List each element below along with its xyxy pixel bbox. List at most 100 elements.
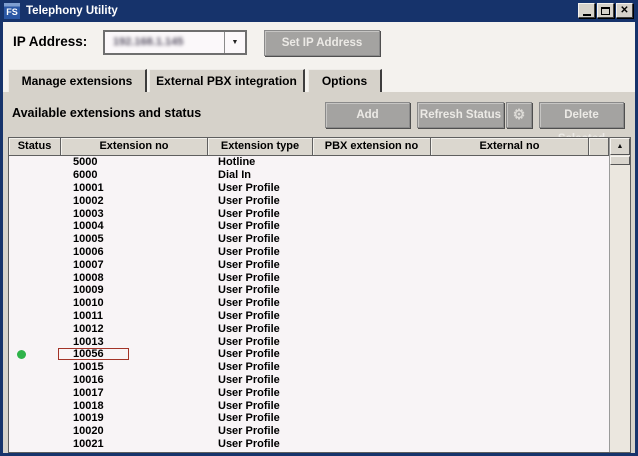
table-row[interactable]: 10009 User Profile [9, 284, 609, 297]
column-header-spacer [589, 138, 609, 156]
column-header-pbx-extension-no[interactable]: PBX extension no [313, 138, 431, 156]
tab-external-pbx-integration[interactable]: External PBX integration [149, 69, 305, 92]
extension-no-cell: 10017 [61, 387, 208, 399]
status-online-dot [17, 350, 26, 359]
table-row[interactable]: 10002 User Profile [9, 194, 609, 207]
window-title: Telephony Utility [26, 5, 118, 17]
refresh-status-button[interactable]: Refresh Status [417, 102, 504, 128]
extension-type-cell: User Profile [208, 220, 313, 232]
table-row[interactable]: 10010 User Profile [9, 297, 609, 310]
column-header-external-no[interactable]: External no [431, 138, 589, 156]
extension-type-cell: User Profile [208, 425, 313, 437]
tab-options[interactable]: Options [308, 69, 382, 92]
extension-type-cell: User Profile [208, 438, 313, 450]
extension-no-cell: 10012 [61, 323, 208, 335]
extension-no-cell: 10018 [61, 400, 208, 412]
extension-type-cell: User Profile [208, 323, 313, 335]
table-row[interactable]: 10022 User Profile [9, 450, 609, 452]
close-icon: ✕ [620, 6, 628, 16]
extension-no-cell: 10010 [61, 297, 208, 309]
table-row[interactable]: 10008 User Profile [9, 271, 609, 284]
status-cell [9, 171, 61, 180]
status-cell [9, 401, 61, 410]
scroll-up-button[interactable]: ▲ [610, 138, 630, 155]
status-cell [9, 235, 61, 244]
column-header-extension-type[interactable]: Extension type [208, 138, 313, 156]
status-cell [9, 427, 61, 436]
ip-dropdown-button[interactable]: ▼ [224, 32, 245, 53]
status-cell [9, 247, 61, 256]
close-button[interactable]: ✕ [616, 3, 633, 18]
status-cell [9, 337, 61, 346]
extension-type-cell: User Profile [208, 208, 313, 220]
table-row[interactable]: 10005 User Profile [9, 233, 609, 246]
column-header-status[interactable]: Status [9, 138, 61, 156]
maximize-icon [601, 7, 610, 15]
extension-no-cell: 10020 [61, 425, 208, 437]
add-button[interactable]: Add [325, 102, 410, 128]
status-cell [9, 222, 61, 231]
extension-no-cell: 5000 [61, 156, 208, 168]
table-row[interactable]: 10015 User Profile [9, 361, 609, 374]
extension-type-cell: User Profile [208, 361, 313, 373]
table-row[interactable]: 10013 User Profile [9, 335, 609, 348]
status-cell [9, 209, 61, 218]
table-row[interactable]: 10001 User Profile [9, 182, 609, 195]
table-row[interactable]: 10021 User Profile [9, 438, 609, 451]
table-row[interactable]: 10004 User Profile [9, 220, 609, 233]
extension-no-cell: 10006 [61, 246, 208, 258]
refresh-settings-button[interactable]: ⚙ [506, 102, 532, 128]
table-row[interactable]: 10006 User Profile [9, 246, 609, 259]
delete-selected-button[interactable]: Delete Selected [539, 102, 624, 128]
extension-no-cell: 6000 [61, 169, 208, 181]
set-ip-address-button[interactable]: Set IP Address [264, 30, 380, 56]
table-row[interactable]: 10007 User Profile [9, 258, 609, 271]
extension-no-cell: 10007 [61, 259, 208, 271]
table-row[interactable]: 10018 User Profile [9, 399, 609, 412]
extension-type-cell: User Profile [208, 246, 313, 258]
status-cell [9, 196, 61, 205]
extension-no-cell: 10003 [61, 208, 208, 220]
table-row[interactable]: 10016 User Profile [9, 374, 609, 387]
tab-manage-extensions[interactable]: Manage extensions [8, 69, 147, 93]
table-row[interactable]: 6000 Dial In [9, 169, 609, 182]
status-cell [9, 183, 61, 192]
extension-no-cell: 10015 [61, 361, 208, 373]
table-row[interactable]: 10020 User Profile [9, 425, 609, 438]
vertical-scrollbar[interactable]: ▲ [609, 138, 630, 452]
ip-section: IP Address: 192.168.1.145 ▼ Set IP Addre… [3, 22, 635, 92]
extension-type-cell: User Profile [208, 387, 313, 399]
ip-address-combobox[interactable]: 192.168.1.145 ▼ [103, 30, 247, 55]
minimize-icon [583, 14, 591, 16]
extension-no-cell: 10005 [61, 233, 208, 245]
status-cell [9, 299, 61, 308]
ip-address-value[interactable]: 192.168.1.145 [105, 32, 224, 53]
status-cell [9, 311, 61, 320]
extension-type-cell: User Profile [208, 272, 313, 284]
extension-type-cell: User Profile [208, 374, 313, 386]
telephony-utility-window: FS Telephony Utility ✕ IP Address: 192.1… [0, 0, 638, 456]
scrollbar-thumb[interactable] [610, 156, 630, 165]
status-cell [9, 158, 61, 167]
app-icon: FS [4, 3, 20, 19]
chevron-up-icon: ▲ [617, 143, 624, 150]
table-row[interactable]: 10011 User Profile [9, 310, 609, 323]
minimize-button[interactable] [578, 3, 595, 18]
extension-type-cell: User Profile [208, 451, 313, 452]
table-header: Status Extension no Extension type PBX e… [9, 138, 609, 156]
gear-icon: ⚙ [513, 106, 526, 122]
table-row[interactable]: 10056 User Profile [9, 348, 609, 361]
status-cell [9, 286, 61, 295]
maximize-button[interactable] [597, 3, 614, 18]
extension-no-cell: 10021 [61, 438, 208, 450]
table-row[interactable]: 10017 User Profile [9, 386, 609, 399]
status-cell [9, 363, 61, 372]
column-header-extension-no[interactable]: Extension no [61, 138, 208, 156]
table-row[interactable]: 10019 User Profile [9, 412, 609, 425]
table-row[interactable]: 5000 Hotline [9, 156, 609, 169]
extension-type-cell: User Profile [208, 233, 313, 245]
table-row[interactable]: 10003 User Profile [9, 207, 609, 220]
table-row[interactable]: 10012 User Profile [9, 322, 609, 335]
extension-type-cell: User Profile [208, 284, 313, 296]
status-cell [9, 375, 61, 384]
